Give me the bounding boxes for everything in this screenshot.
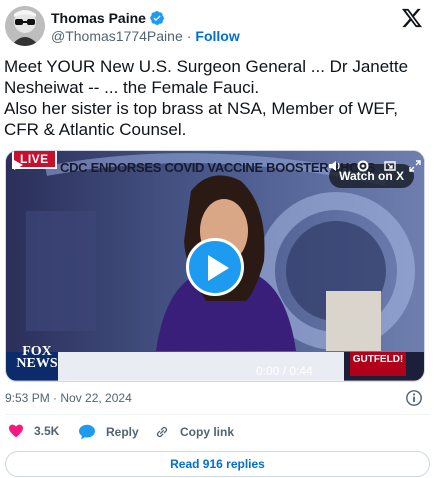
tweet-actions: 3.5K Reply Copy link bbox=[0, 424, 435, 444]
tweet-text-line: CFR & Atlantic Counsel. bbox=[4, 120, 187, 139]
tweet-text: Meet YOUR New U.S. Surgeon General ... D… bbox=[4, 56, 430, 140]
copy-link-label: Copy link bbox=[180, 425, 235, 439]
tweet-text-line: Meet YOUR New U.S. Surgeon General ... D… bbox=[4, 57, 409, 76]
separator-dot: · bbox=[186, 28, 192, 44]
show-badge: GUTFELD! bbox=[350, 352, 406, 376]
handle-row: @Thomas1774Paine · Follow bbox=[51, 28, 240, 44]
x-logo-icon[interactable] bbox=[401, 8, 423, 28]
video-player[interactable]: LIVE Watch on X FOX NEWS CDC ENDORSES CO… bbox=[5, 150, 425, 382]
follow-button[interactable]: Follow bbox=[195, 28, 239, 44]
link-icon bbox=[156, 426, 168, 438]
mini-play-icon[interactable] bbox=[12, 159, 24, 171]
volume-icon[interactable] bbox=[328, 159, 342, 173]
reply-bubble-icon bbox=[79, 424, 95, 440]
reply-label: Reply bbox=[106, 425, 139, 439]
video-progress-bar[interactable] bbox=[6, 380, 424, 381]
heart-icon bbox=[9, 424, 23, 438]
read-replies-button[interactable]: Read 916 replies bbox=[5, 451, 430, 477]
tweet-header: Thomas Paine @Thomas1774Paine · Follow bbox=[0, 0, 435, 56]
author-handle[interactable]: @Thomas1774Paine bbox=[51, 28, 183, 44]
avatar[interactable] bbox=[5, 6, 45, 46]
tweet-timestamp[interactable]: 9:53 PM · Nov 22, 2024 bbox=[5, 391, 132, 405]
tweet-text-line: Also her sister is top brass at NSA, Mem… bbox=[4, 99, 398, 118]
avatar-image bbox=[5, 6, 45, 46]
fullscreen-icon[interactable] bbox=[408, 159, 422, 173]
settings-gear-icon[interactable] bbox=[356, 159, 370, 173]
play-icon bbox=[208, 255, 229, 281]
tweet-text-line: Nesheiwat -- ... the Female Fauci. bbox=[4, 78, 260, 97]
info-icon[interactable] bbox=[405, 389, 423, 407]
picture-in-picture-icon[interactable] bbox=[383, 159, 397, 173]
name-row: Thomas Paine bbox=[51, 10, 165, 26]
like-count: 3.5K bbox=[34, 424, 60, 438]
video-time: 0:00 / 0:44 bbox=[256, 364, 313, 378]
divider bbox=[5, 414, 430, 415]
copy-link-button[interactable]: Copy link bbox=[154, 424, 234, 440]
like-button[interactable]: 3.5K bbox=[8, 424, 59, 438]
play-button[interactable] bbox=[186, 238, 244, 296]
channel-logo: FOX NEWS bbox=[16, 345, 58, 376]
reply-button[interactable]: Reply bbox=[78, 424, 139, 440]
channel-logo-bottom: NEWS bbox=[16, 356, 58, 371]
author-display-name[interactable]: Thomas Paine bbox=[51, 10, 146, 26]
verified-badge-icon bbox=[150, 11, 165, 25]
